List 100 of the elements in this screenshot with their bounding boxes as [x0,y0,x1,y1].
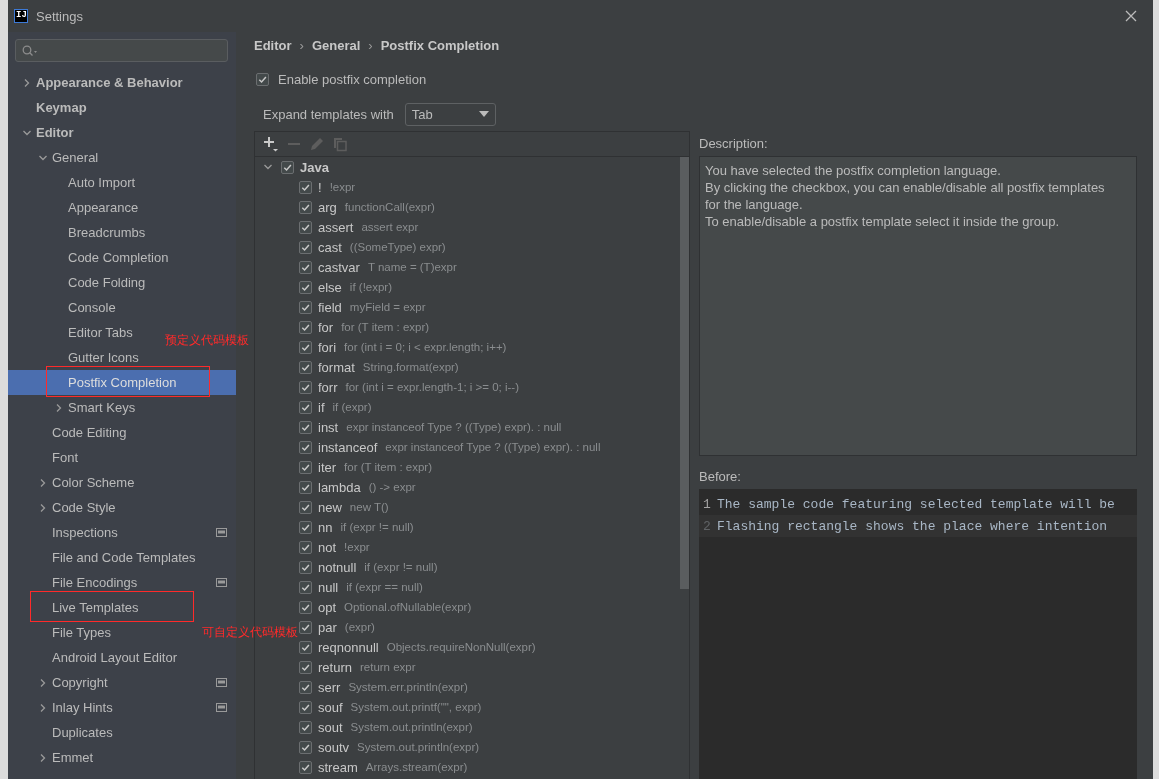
template-name: Java [300,159,329,175]
sidebar-item[interactable]: Color Scheme [52,475,135,490]
template-name: soutv [318,739,350,755]
chevron-down-icon[interactable] [263,162,273,172]
close-icon[interactable] [1125,10,1137,22]
annotation-note: 预定义代码模板 [165,333,249,348]
sidebar-item[interactable]: Code Folding [68,275,146,290]
sidebar-item[interactable]: Editor [36,125,74,140]
chevron-right-icon[interactable] [38,702,48,713]
sidebar-item[interactable]: Emmet [52,750,94,765]
description-label: Description: [699,135,768,153]
checkbox[interactable] [299,540,312,554]
breadcrumb-item[interactable]: General [311,38,361,53]
chevron-right-icon[interactable] [38,752,48,763]
checkbox[interactable] [299,240,312,254]
sidebar-item[interactable]: File Types [52,625,111,640]
template-name: opt [318,599,337,615]
checkbox[interactable] [299,460,312,474]
template-example: (expr) [344,621,375,633]
checkbox[interactable] [299,340,312,354]
checkbox[interactable] [299,620,312,634]
checkbox-label: Enable postfix completion [278,71,427,87]
sidebar-item[interactable]: Gutter Icons [68,350,139,365]
checkbox[interactable] [299,560,312,574]
checkbox[interactable] [299,200,312,214]
checkbox[interactable] [299,500,312,514]
checkbox[interactable] [299,520,312,534]
sidebar-item[interactable]: General [52,150,99,165]
checkbox[interactable] [299,720,312,734]
template-name: return [318,659,352,675]
sidebar-item[interactable]: Breadcrumbs [68,225,146,240]
template-name: lambda [318,479,361,495]
checkbox[interactable] [299,700,312,714]
sidebar-item[interactable]: Inspections [52,525,118,540]
breadcrumb-item[interactable]: Postfix Completion [380,38,500,53]
search-icon [22,44,38,57]
template-example: if (expr != null) [364,561,438,573]
chevron-right-icon[interactable] [22,77,32,88]
sidebar-item[interactable]: Auto Import [68,175,136,190]
sidebar-item[interactable]: Editor Tabs [68,325,133,340]
sidebar-item[interactable]: Keymap [36,100,87,115]
sidebar-item[interactable]: Duplicates [52,725,113,740]
template-example: () -> expr [368,481,416,493]
sidebar-item[interactable]: Code Style [52,500,116,515]
checkbox[interactable] [299,440,312,454]
sidebar-item[interactable]: Console [68,300,116,315]
sidebar-item[interactable]: Code Editing [52,425,127,440]
checkbox[interactable] [299,480,312,494]
sidebar-item[interactable]: Appearance & Behavior [36,75,183,90]
checkbox[interactable] [299,600,312,614]
template-example: functionCall(expr) [344,201,435,213]
checkbox[interactable] [281,160,294,174]
checkbox[interactable] [299,260,312,274]
checkbox[interactable] [299,420,312,434]
template-example: !expr [329,181,356,193]
sidebar-item[interactable]: Font [52,450,78,465]
checkbox[interactable] [299,760,312,774]
checkbox[interactable] [299,740,312,754]
sidebar-item[interactable]: Postfix Completion [68,375,177,390]
checkbox[interactable] [299,580,312,594]
template-name: stream [318,759,358,775]
checkbox[interactable] [299,400,312,414]
sidebar-item[interactable]: Copyright [52,675,108,690]
checkbox[interactable] [299,320,312,334]
scrollbar-thumb[interactable] [680,157,689,589]
expand-dropdown[interactable]: Tab [404,102,496,126]
checkbox[interactable] [299,380,312,394]
checkbox[interactable] [299,660,312,674]
checkbox[interactable] [299,300,312,314]
chevron-right-icon[interactable] [38,477,48,488]
chevron-right-icon[interactable] [54,402,64,413]
sidebar-item[interactable]: Live Templates [52,600,139,615]
template-example: System.out.println(expr) [357,741,480,753]
sidebar-item[interactable]: File and Code Templates [52,550,196,565]
add-icon[interactable] [263,136,279,152]
checkbox[interactable] [299,680,312,694]
chevron-right-icon[interactable] [38,502,48,513]
template-example: expr instanceof Type ? ((Type) expr). : null [346,421,562,433]
template-example: return expr [359,661,416,673]
checkbox[interactable] [299,640,312,654]
template-example: assert expr [361,221,419,233]
sidebar-item[interactable]: File Encodings [52,575,138,590]
search-field[interactable] [15,39,228,62]
checkbox[interactable] [299,280,312,294]
breadcrumb-item[interactable]: Editor [254,38,292,53]
template-example: if (expr) [332,401,372,413]
checkbox[interactable] [299,180,312,194]
checkbox[interactable] [299,360,312,374]
sidebar-item[interactable]: Code Completion [68,250,169,265]
template-example: if (expr == null) [346,581,423,593]
template-example: for (T item : expr) [344,461,433,473]
sidebar-item[interactable]: Appearance [68,200,139,215]
sidebar-item[interactable]: Inlay Hints [52,700,113,715]
sidebar-item[interactable]: Android Layout Editor [52,650,178,665]
template-name: serr [318,679,341,695]
checkbox[interactable] [256,72,269,86]
chevron-right-icon[interactable] [38,677,48,688]
checkbox[interactable] [299,220,312,234]
template-name: assert [318,219,354,235]
sidebar-item[interactable]: Smart Keys [68,400,136,415]
